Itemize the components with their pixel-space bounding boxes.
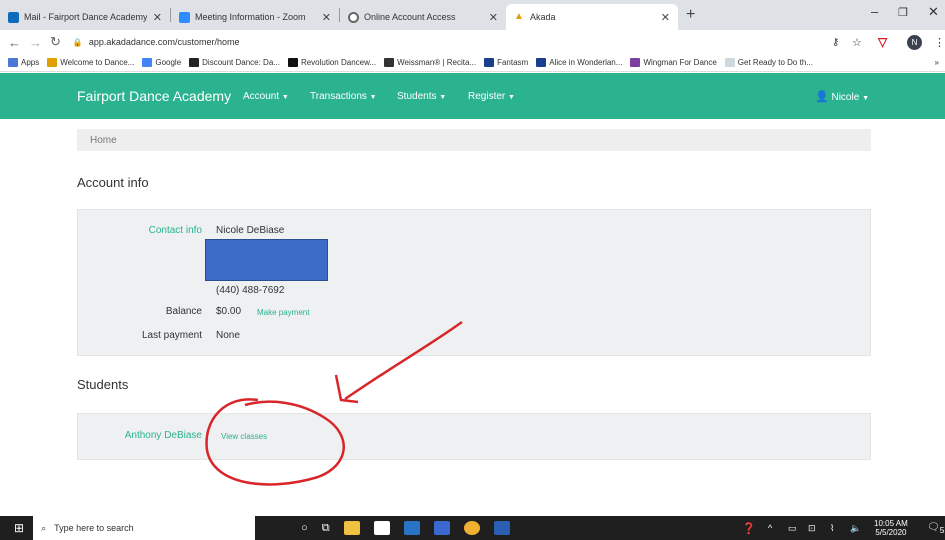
windows-start-icon[interactable]: ⊞ — [14, 521, 24, 535]
volume-icon[interactable]: 🔈 — [850, 523, 861, 534]
search-placeholder: Type here to search — [54, 523, 134, 533]
wifi-icon[interactable]: ⌇ — [830, 523, 834, 534]
file-explorer-icon[interactable] — [343, 521, 360, 535]
tray-chevron-icon[interactable]: ^ — [768, 523, 772, 533]
notifications-icon[interactable]: 🗨5 — [927, 522, 944, 535]
cortana-icon[interactable]: ○ — [301, 522, 308, 534]
circle-mark — [205, 398, 345, 486]
taskbar-search[interactable]: ⌕ Type here to search — [33, 516, 256, 540]
amazon-icon[interactable] — [373, 521, 390, 535]
battery-icon[interactable]: ▭ — [788, 523, 797, 534]
search-icon: ⌕ — [41, 522, 47, 533]
tray-help-icon[interactable]: ❓ — [742, 522, 756, 535]
word-icon[interactable] — [493, 521, 510, 535]
notification-count: 5 — [939, 524, 945, 535]
windows-taskbar: ⊞ ⌕ Type here to search ○ ⧉ ❓ ^ ▭ ⊡ ⌇ 🔈 … — [0, 516, 945, 540]
red-annotation — [205, 320, 463, 486]
mail-icon[interactable] — [403, 521, 420, 535]
clock-time: 10:05 AM — [874, 519, 908, 528]
clock-date: 5/5/2020 — [875, 528, 907, 537]
media-icon[interactable] — [433, 521, 450, 535]
chrome-icon[interactable] — [463, 521, 480, 535]
taskbar-clock[interactable]: 10:05 AM 5/5/2020 — [874, 519, 908, 537]
arrow-line — [344, 320, 463, 401]
network-icon[interactable]: ⊡ — [808, 523, 816, 534]
task-view-icon[interactable]: ⧉ — [322, 522, 330, 535]
